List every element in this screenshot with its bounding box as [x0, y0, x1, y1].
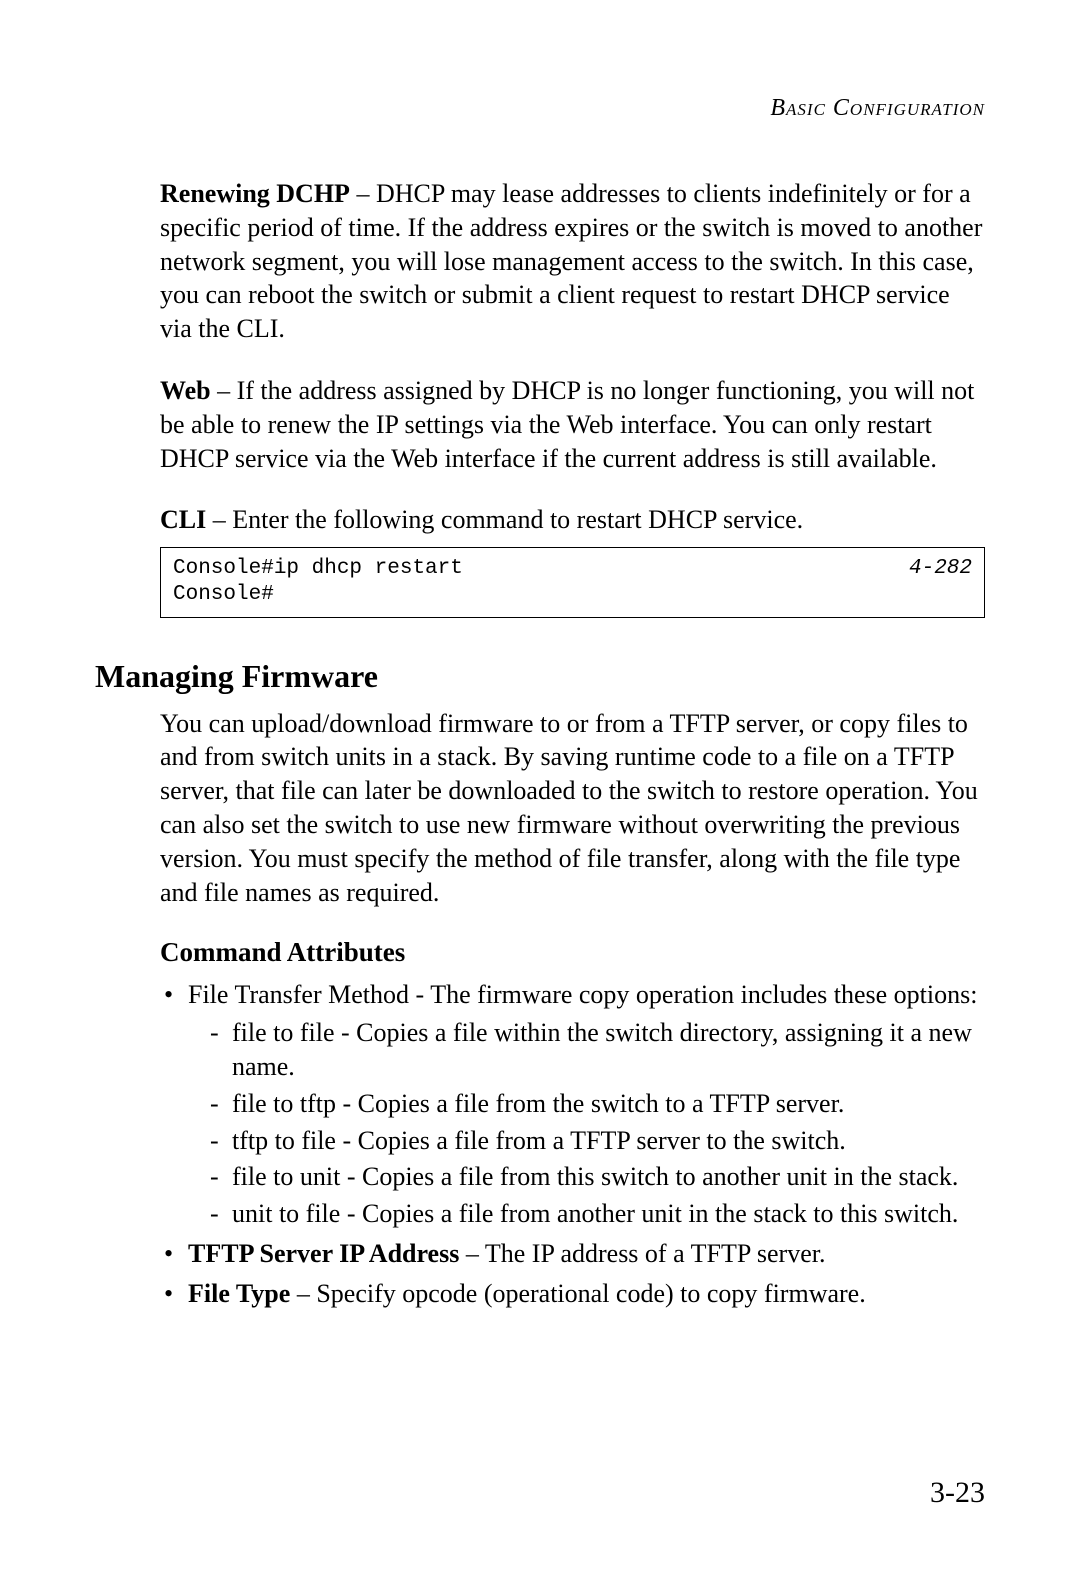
page-header: Basic Configuration	[95, 95, 985, 122]
header-title: Basic Configuration	[770, 95, 985, 121]
sub-file-to-file: file to file - Copies a file within the …	[210, 1016, 985, 1084]
sub-unit-to-file: unit to file - Copies a file from anothe…	[210, 1197, 985, 1231]
sub-tftp-to-file: tftp to file - Copies a file from a TFTP…	[210, 1124, 985, 1158]
lead-web: Web	[160, 376, 211, 405]
sub-file-to-unit: file to unit - Copies a file from this s…	[210, 1160, 985, 1194]
page-number: 3-23	[930, 1476, 985, 1510]
paragraph-cli: CLI – Enter the following command to res…	[160, 503, 985, 537]
lead-file-type: File Type	[188, 1279, 290, 1308]
file-transfer-sublist: file to file - Copies a file within the …	[188, 1016, 985, 1231]
sub-file-to-tftp: file to tftp - Copies a file from the sw…	[210, 1087, 985, 1121]
code-reference: 4-282	[909, 556, 972, 582]
body-file-type: – Specify opcode (operational code) to c…	[290, 1279, 865, 1308]
bullet-file-transfer-method: File Transfer Method - The firmware copy…	[160, 978, 985, 1231]
cli-code-block: Console#ip dhcp restart Console# 4-282	[160, 547, 985, 618]
lead-tftp-ip: TFTP Server IP Address	[188, 1239, 459, 1268]
paragraph-web: Web – If the address assigned by DHCP is…	[160, 374, 985, 475]
code-line-2: Console#	[173, 583, 274, 606]
section-body: You can upload/download firmware to or f…	[160, 707, 985, 1311]
bullet-text: File Transfer Method - The firmware copy…	[188, 980, 977, 1009]
code-line-1: Console#ip dhcp restart	[173, 557, 463, 580]
section-heading-managing-firmware: Managing Firmware	[95, 658, 985, 695]
document-page: Basic Configuration Renewing DCHP – DHCP…	[0, 0, 1080, 1570]
body-web: – If the address assigned by DHCP is no …	[160, 376, 974, 473]
bullet-tftp-server-ip: TFTP Server IP Address – The IP address …	[160, 1237, 985, 1271]
paragraph-renewing-dhcp: Renewing DCHP – DHCP may lease addresses…	[160, 177, 985, 346]
subsection-heading-command-attributes: Command Attributes	[160, 937, 985, 968]
lead-cli: CLI	[160, 505, 206, 534]
section-intro: You can upload/download firmware to or f…	[160, 707, 985, 910]
lead-renewing: Renewing DCHP	[160, 179, 350, 208]
body-content: Renewing DCHP – DHCP may lease addresses…	[160, 177, 985, 618]
body-tftp-ip: – The IP address of a TFTP server.	[459, 1239, 825, 1268]
command-attributes-list: File Transfer Method - The firmware copy…	[160, 978, 985, 1310]
bullet-file-type: File Type – Specify opcode (operational …	[160, 1277, 985, 1311]
body-cli: – Enter the following command to restart…	[206, 505, 803, 534]
